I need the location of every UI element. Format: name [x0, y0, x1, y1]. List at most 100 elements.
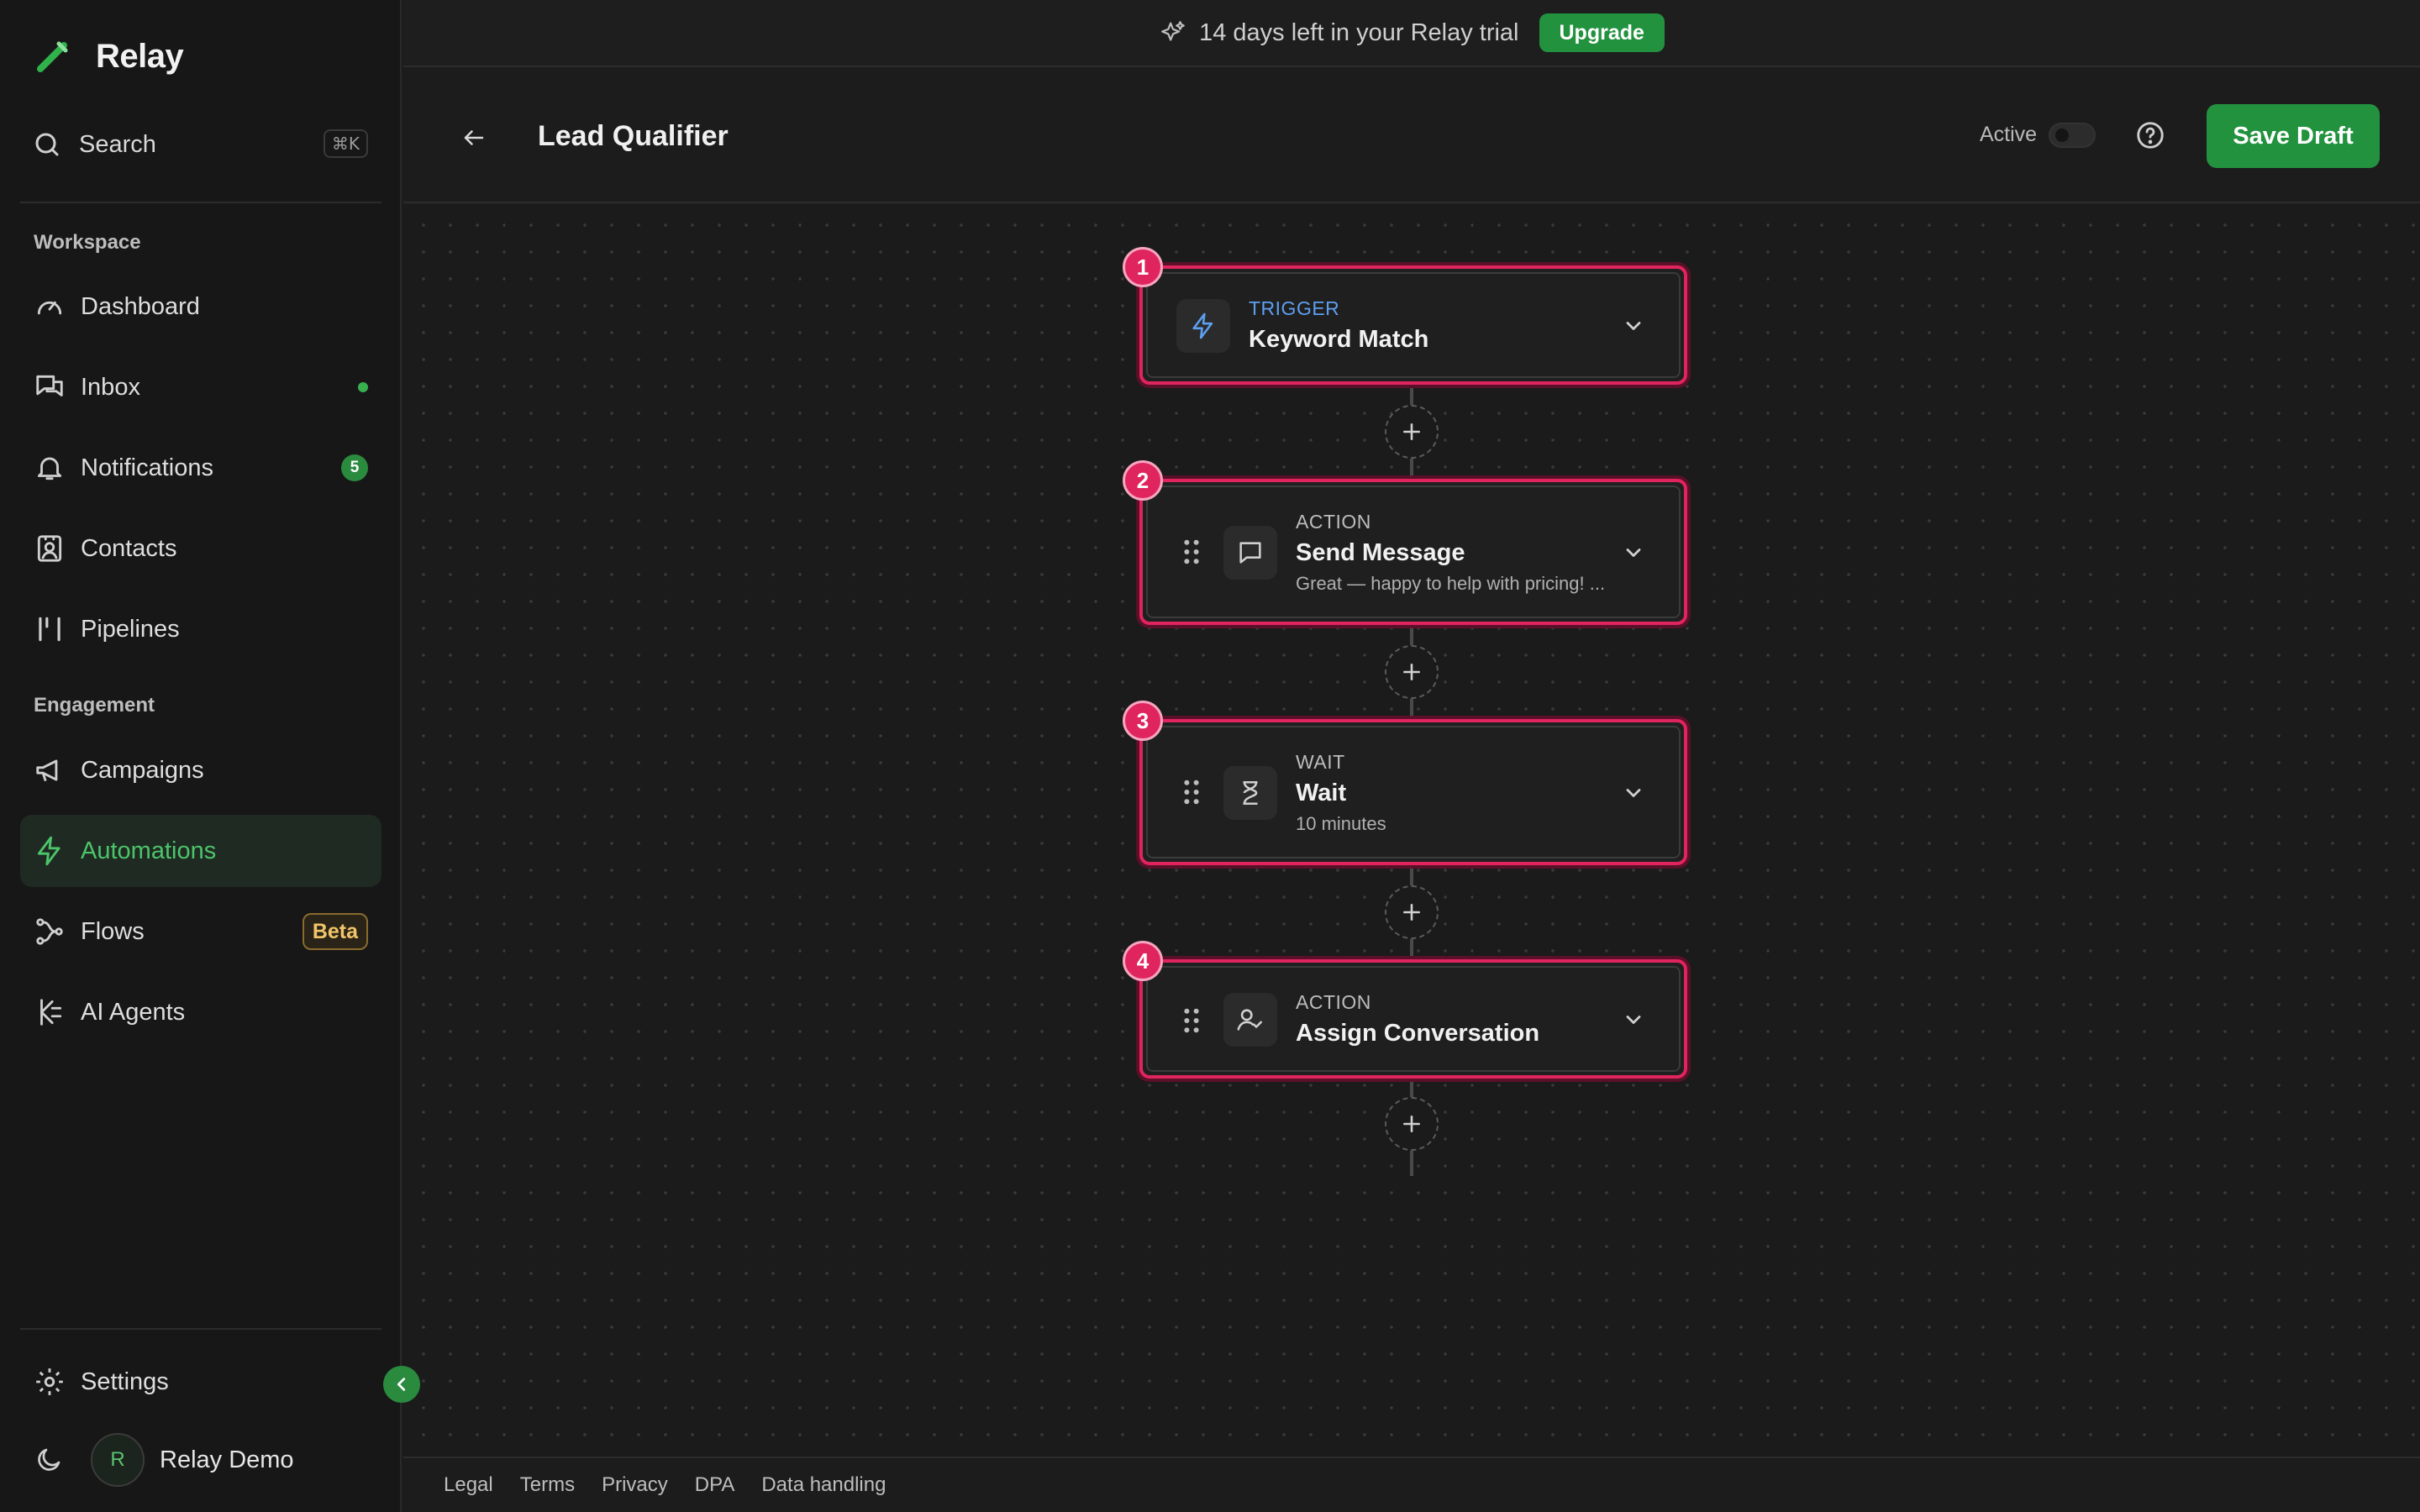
chevron-down-icon[interactable]: [1622, 1008, 1645, 1032]
sidebar-item-label: Flows: [81, 917, 145, 945]
page-title[interactable]: Lead Qualifier: [538, 118, 729, 155]
sidebar-item-label: AI Agents: [81, 998, 186, 1026]
arrow-left-icon: [464, 130, 484, 145]
chevron-down-icon[interactable]: [1622, 541, 1645, 564]
sidebar-item-label: Pipelines: [81, 615, 180, 643]
bolt-icon: [37, 836, 60, 866]
footer-link-privacy[interactable]: Privacy: [602, 1473, 668, 1497]
sidebar-divider: [20, 202, 381, 203]
add-step-button[interactable]: [1385, 405, 1439, 459]
node-icon: [1176, 299, 1230, 353]
chevron-down-icon[interactable]: [1622, 781, 1645, 805]
footer-link-dpa[interactable]: DPA: [695, 1473, 735, 1497]
drag-handle-icon[interactable]: [1183, 780, 1200, 805]
search-shortcut: ⌘K: [323, 129, 368, 158]
sidebar-item-label: Dashboard: [81, 292, 200, 320]
add-step-button[interactable]: [1385, 1097, 1439, 1151]
page-header: Lead Qualifier Active Save Draft: [403, 67, 2420, 203]
contact-icon: [37, 535, 62, 562]
beta-badge: Beta: [302, 913, 368, 950]
sidebar-item-contacts[interactable]: Contacts: [20, 512, 381, 585]
step-type-label: WAIT: [1296, 751, 1345, 773]
moon-icon[interactable]: [34, 1445, 64, 1475]
sidebar-item-inbox[interactable]: Inbox: [20, 351, 381, 423]
node-icon: [1223, 993, 1277, 1047]
collapse-sidebar-button[interactable]: [383, 1366, 420, 1403]
trial-text: 14 days left in your Relay trial: [1199, 18, 1519, 46]
flow-icon: [36, 918, 63, 945]
search-label: Search: [79, 130, 156, 158]
inbox-icon: [36, 375, 63, 396]
workflow-step-trigger[interactable]: 1 TRIGGER Keyword Match: [1123, 247, 1687, 385]
sidebar-item-label: Automations: [81, 837, 217, 864]
step-number-badge: 4: [1123, 941, 1163, 981]
sidebar-item-dashboard[interactable]: Dashboard: [20, 270, 381, 343]
footer-link-data-handling[interactable]: Data handling: [761, 1473, 886, 1497]
avatar[interactable]: R: [91, 1433, 145, 1487]
help-icon[interactable]: [2134, 119, 2166, 151]
settings-label: Settings: [81, 1368, 169, 1395]
step-title: Keyword Match: [1249, 326, 1429, 353]
sidebar-item-label: Contacts: [81, 534, 177, 562]
step-number-badge: 3: [1123, 701, 1163, 741]
brand[interactable]: Relay: [34, 35, 184, 77]
bell-icon: [37, 457, 62, 480]
chevron-left-icon: [397, 1378, 406, 1391]
step-type-label: ACTION: [1296, 991, 1371, 1013]
gauge-icon: [37, 301, 62, 315]
unread-dot: [358, 382, 368, 392]
step-type-label: TRIGGER: [1249, 297, 1340, 319]
sidebar-item-flows[interactable]: Flows Beta: [20, 895, 381, 968]
plus-icon: [1403, 664, 1420, 680]
relay-logo-icon: [37, 41, 68, 72]
pipeline-icon: [39, 617, 60, 642]
drag-handle-icon[interactable]: [1183, 1008, 1200, 1033]
search-icon: [35, 133, 59, 156]
upgrade-button[interactable]: Upgrade: [1539, 13, 1665, 52]
workflow-step-send-message[interactable]: 2 ACTION Send Message Great — happy to h…: [1123, 460, 1687, 625]
footer-link-terms[interactable]: Terms: [520, 1473, 575, 1497]
step-title: Assign Conversation: [1296, 1020, 1540, 1047]
step-subtitle: 10 minutes: [1296, 813, 1386, 834]
node-icon: [1223, 766, 1277, 820]
user-check-icon: [1237, 1009, 1263, 1031]
section-label-engagement: Engagement: [34, 694, 155, 717]
footer-link-legal[interactable]: Legal: [444, 1473, 493, 1497]
workflow-step-assign-conversation[interactable]: 4 ACTION Assign Conversation: [1123, 941, 1687, 1079]
step-number-badge: 2: [1123, 460, 1163, 501]
drag-handle-icon[interactable]: [1183, 539, 1200, 564]
node-icon: [1223, 526, 1277, 580]
add-step-button[interactable]: [1385, 645, 1439, 699]
workflow-step-wait[interactable]: 3 WAIT Wait 10 minutes: [1123, 701, 1687, 865]
footer: Legal Terms Privacy DPA Data handling: [403, 1457, 2420, 1512]
chevron-down-icon[interactable]: [1622, 314, 1645, 338]
active-toggle[interactable]: [2049, 123, 2096, 148]
sidebar-item-pipelines[interactable]: Pipelines: [20, 593, 381, 665]
sidebar-item-campaigns[interactable]: Campaigns: [20, 734, 381, 806]
back-button[interactable]: [454, 118, 494, 158]
sidebar-divider: [20, 1328, 381, 1330]
sidebar-item-ai-agents[interactable]: AI Agents: [20, 976, 381, 1048]
plus-icon: [1403, 423, 1420, 440]
sidebar-item-automations[interactable]: Automations: [20, 815, 381, 887]
sidebar-item-label: Inbox: [81, 373, 140, 401]
section-label-workspace: Workspace: [34, 231, 141, 254]
step-type-label: ACTION: [1296, 511, 1371, 533]
search-button[interactable]: Search ⌘K: [32, 123, 368, 166]
hourglass-icon: [1243, 780, 1258, 806]
sparkles-icon: [1161, 21, 1185, 41]
step-number-badge: 1: [1123, 247, 1163, 287]
user-menu[interactable]: R Relay Demo: [34, 1433, 294, 1487]
sidebar-item-label: Notifications: [81, 454, 213, 481]
step-title: Wait: [1296, 780, 1347, 806]
plus-icon: [1403, 1116, 1420, 1132]
plus-icon: [1403, 904, 1420, 921]
app-name: Relay: [96, 37, 184, 75]
sidebar-item-notifications[interactable]: Notifications 5: [20, 432, 381, 504]
step-subtitle: Great — happy to help with pricing! ...: [1296, 573, 1606, 594]
sidebar: Relay Search ⌘K Workspace Dashboard Inbo…: [0, 0, 402, 1512]
save-draft-button[interactable]: Save Draft: [2207, 104, 2380, 168]
sidebar-item-settings[interactable]: Settings: [34, 1366, 169, 1398]
megaphone-icon: [36, 759, 58, 782]
add-step-button[interactable]: [1385, 885, 1439, 939]
